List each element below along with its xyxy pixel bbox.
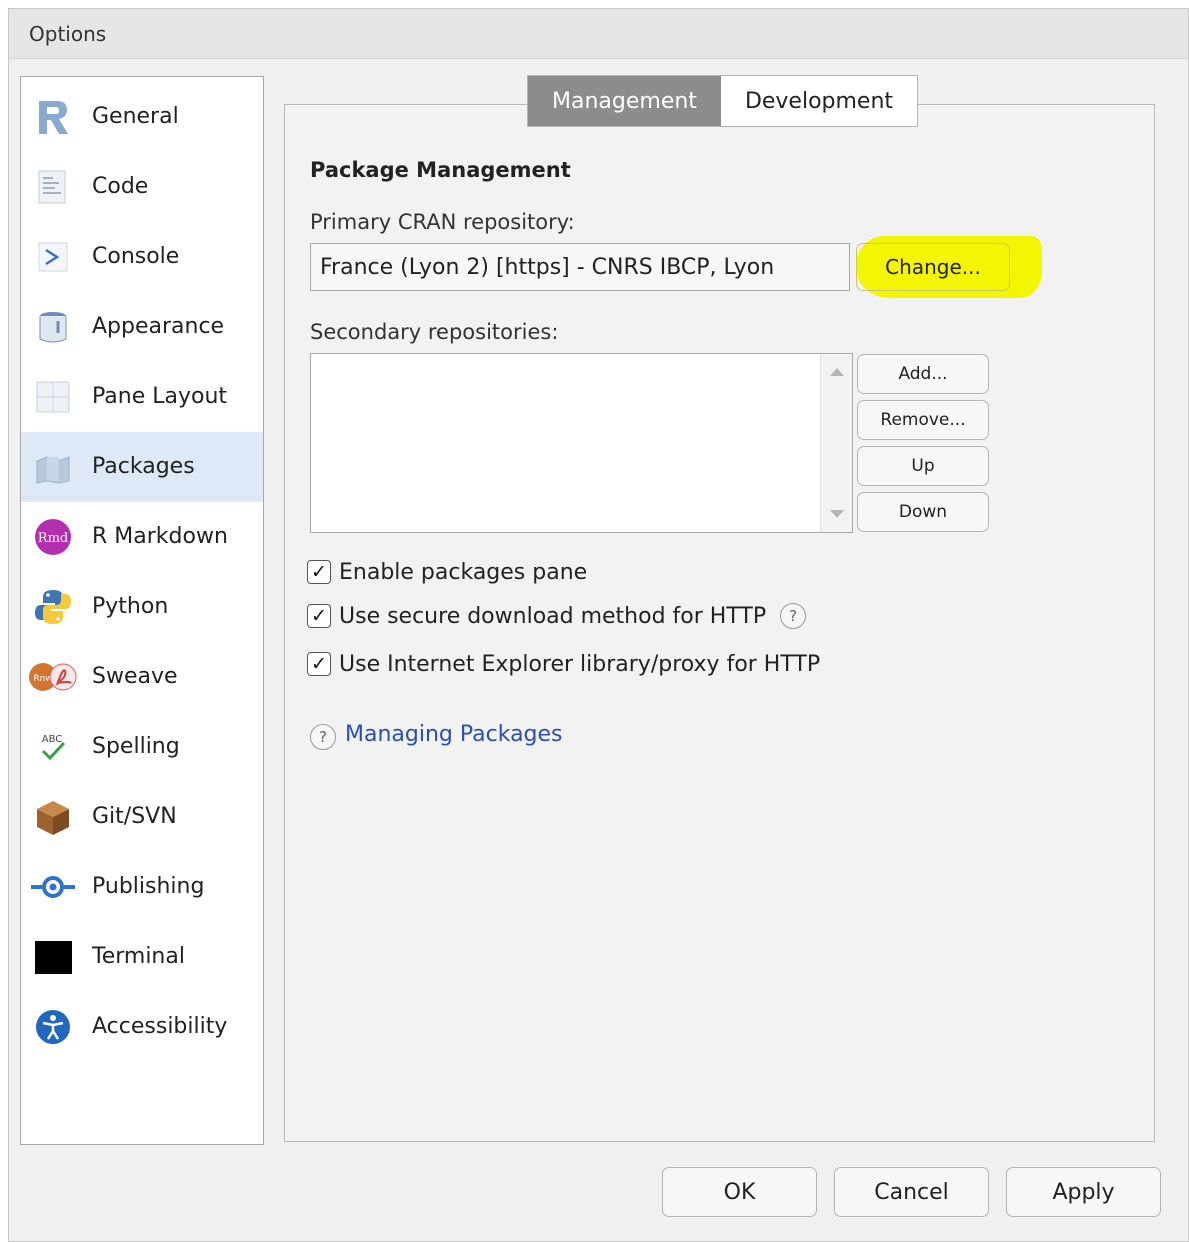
sidebar-item-label: Pane Layout <box>92 384 228 409</box>
secure-download-checkbox[interactable]: ✓ Use secure download method for HTTP ? <box>307 600 807 632</box>
sidebar-item-label: Git/SVN <box>92 804 177 829</box>
remove-button-label: Remove... <box>880 410 966 430</box>
checkbox-checked-icon[interactable]: ✓ <box>307 604 331 628</box>
sidebar-item-label: Code <box>92 174 149 199</box>
managing-packages-link[interactable]: Managing Packages <box>345 722 563 747</box>
checkbox-label: Enable packages pane <box>339 559 588 585</box>
spelling-icon: ABC <box>33 727 73 767</box>
paint-bucket-icon <box>33 307 73 347</box>
python-icon <box>33 587 73 627</box>
sidebar-item-packages[interactable]: Packages <box>21 432 263 502</box>
sidebar-item-code[interactable]: Code <box>21 152 263 222</box>
checkbox-checked-icon[interactable]: ✓ <box>307 652 331 676</box>
sidebar-item-publishing[interactable]: Publishing <box>21 852 263 922</box>
remove-repo-button[interactable]: Remove... <box>857 400 989 440</box>
ie-proxy-checkbox[interactable]: ✓ Use Internet Explorer library/proxy fo… <box>307 648 820 680</box>
packages-icon <box>33 447 73 487</box>
change-button-label: Change... <box>885 255 981 279</box>
secondary-repo-list[interactable] <box>310 353 853 533</box>
checkbox-label: Use Internet Explorer library/proxy for … <box>339 651 821 677</box>
help-icon[interactable]: ? <box>780 603 807 629</box>
window-title: Options <box>29 22 107 46</box>
scroll-down-arrow-icon[interactable] <box>830 510 844 518</box>
enable-packages-pane-checkbox[interactable]: ✓ Enable packages pane <box>307 556 587 588</box>
tab-development[interactable]: Development <box>721 76 917 126</box>
scroll-up-arrow-icon[interactable] <box>830 368 844 376</box>
sidebar-item-pane-layout[interactable]: Pane Layout <box>21 362 263 432</box>
add-button-label: Add... <box>898 364 948 384</box>
options-sidebar: General Code Console Appearance Pane Lay… <box>20 76 264 1145</box>
terminal-icon <box>33 937 73 977</box>
sidebar-item-label: General <box>92 104 179 129</box>
add-repo-button[interactable]: Add... <box>857 354 989 394</box>
ok-button[interactable]: OK <box>662 1167 817 1217</box>
sidebar-item-general[interactable]: General <box>21 82 263 152</box>
abc-badge-text: ABC <box>42 734 63 745</box>
sidebar-item-label: Accessibility <box>92 1014 228 1039</box>
cancel-button-label: Cancel <box>874 1179 949 1205</box>
sidebar-item-label: Sweave <box>92 664 178 689</box>
sidebar-item-git-svn[interactable]: Git/SVN <box>21 782 263 852</box>
primary-repo-field[interactable]: France (Lyon 2) [https] - CNRS IBCP, Lyo… <box>310 243 850 291</box>
sidebar-item-spelling[interactable]: ABC Spelling <box>21 712 263 782</box>
apply-button-label: Apply <box>1052 1179 1115 1205</box>
sidebar-item-label: Python <box>92 594 169 619</box>
section-title: Package Management <box>310 158 571 182</box>
sidebar-item-appearance[interactable]: Appearance <box>21 292 263 362</box>
checkbox-label: Use secure download method for HTTP <box>339 603 767 629</box>
tab-label: Management <box>552 88 697 114</box>
apply-button[interactable]: Apply <box>1006 1167 1161 1217</box>
tab-management[interactable]: Management <box>528 76 721 126</box>
cancel-button[interactable]: Cancel <box>834 1167 989 1217</box>
pane-layout-icon <box>33 377 73 417</box>
down-button-label: Down <box>898 502 948 522</box>
console-prompt-icon <box>33 237 73 277</box>
list-scrollbar[interactable] <box>820 354 852 532</box>
ok-button-label: OK <box>723 1179 756 1205</box>
sidebar-item-console[interactable]: Console <box>21 222 263 292</box>
sidebar-item-r-markdown[interactable]: Rmd R Markdown <box>21 502 263 572</box>
move-down-button[interactable]: Down <box>857 492 989 532</box>
move-up-button[interactable]: Up <box>857 446 989 486</box>
checkbox-checked-icon[interactable]: ✓ <box>307 560 331 584</box>
primary-repo-label: Primary CRAN repository: <box>310 210 575 234</box>
secondary-repo-label: Secondary repositories: <box>310 320 559 344</box>
help-icon[interactable]: ? <box>310 724 336 750</box>
sidebar-item-label: Spelling <box>92 734 180 759</box>
sidebar-item-python[interactable]: Python <box>21 572 263 642</box>
title-bar: Options <box>9 9 1188 59</box>
rmd-icon: Rmd <box>33 517 73 557</box>
sidebar-item-label: Packages <box>92 454 195 479</box>
accessibility-icon <box>33 1007 73 1047</box>
tab-bar: Management Development <box>527 75 919 127</box>
up-button-label: Up <box>911 456 935 476</box>
sidebar-item-label: Publishing <box>92 874 205 899</box>
sidebar-item-accessibility[interactable]: Accessibility <box>21 992 263 1062</box>
code-document-icon <box>33 167 73 207</box>
sidebar-item-label: Terminal <box>92 944 185 969</box>
tab-label: Development <box>744 88 894 114</box>
rmd-badge-text: Rmd <box>38 531 68 546</box>
sidebar-item-terminal[interactable]: Terminal <box>21 922 263 992</box>
sidebar-item-label: Console <box>92 244 180 269</box>
sidebar-item-label: Appearance <box>92 314 225 339</box>
publishing-icon <box>29 867 77 907</box>
git-box-icon <box>33 797 73 837</box>
sidebar-item-sweave[interactable]: Rnw Sweave <box>21 642 263 712</box>
change-repo-button[interactable]: Change... <box>856 243 1010 291</box>
r-logo-icon <box>33 97 73 137</box>
sidebar-item-label: R Markdown <box>92 524 228 549</box>
sweave-icon: Rnw <box>27 657 79 697</box>
